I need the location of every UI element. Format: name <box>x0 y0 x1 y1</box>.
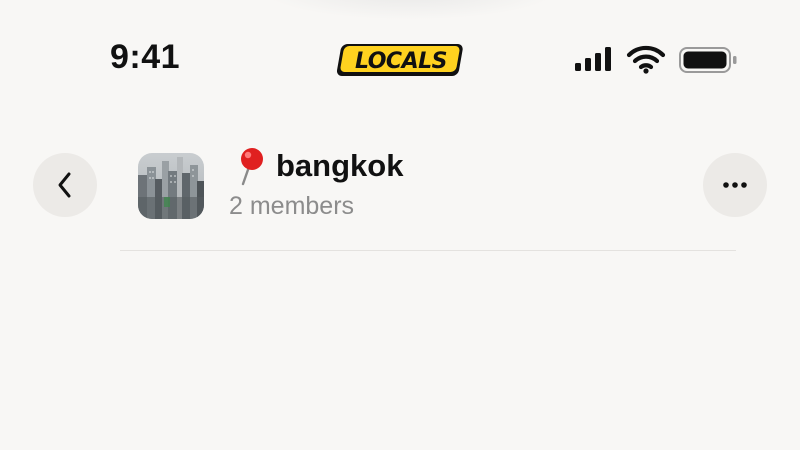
locals-logo: LOCALS <box>337 44 463 76</box>
cellular-signal-icon <box>575 47 611 71</box>
city-skyline-image <box>138 153 204 219</box>
logo-text: LOCALS <box>355 49 447 74</box>
status-time: 9:41 <box>110 38 181 76</box>
wifi-icon <box>626 45 666 74</box>
top-glow <box>260 0 560 20</box>
group-chat-screen: 9:41 LOCALS bangkok 2 members <box>0 0 800 450</box>
chevron-left-icon <box>58 172 71 198</box>
group-name: bangkok <box>276 148 404 183</box>
group-avatar[interactable] <box>138 153 204 219</box>
group-title-row[interactable]: bangkok <box>232 146 403 186</box>
battery-icon <box>679 47 737 73</box>
header-divider <box>120 250 736 251</box>
status-icons <box>575 45 737 74</box>
member-count: 2 members <box>229 192 355 220</box>
round-pushpin-icon <box>241 148 263 186</box>
more-options-button[interactable] <box>703 153 767 217</box>
ellipsis-icon <box>723 182 747 188</box>
back-button[interactable] <box>33 153 97 217</box>
